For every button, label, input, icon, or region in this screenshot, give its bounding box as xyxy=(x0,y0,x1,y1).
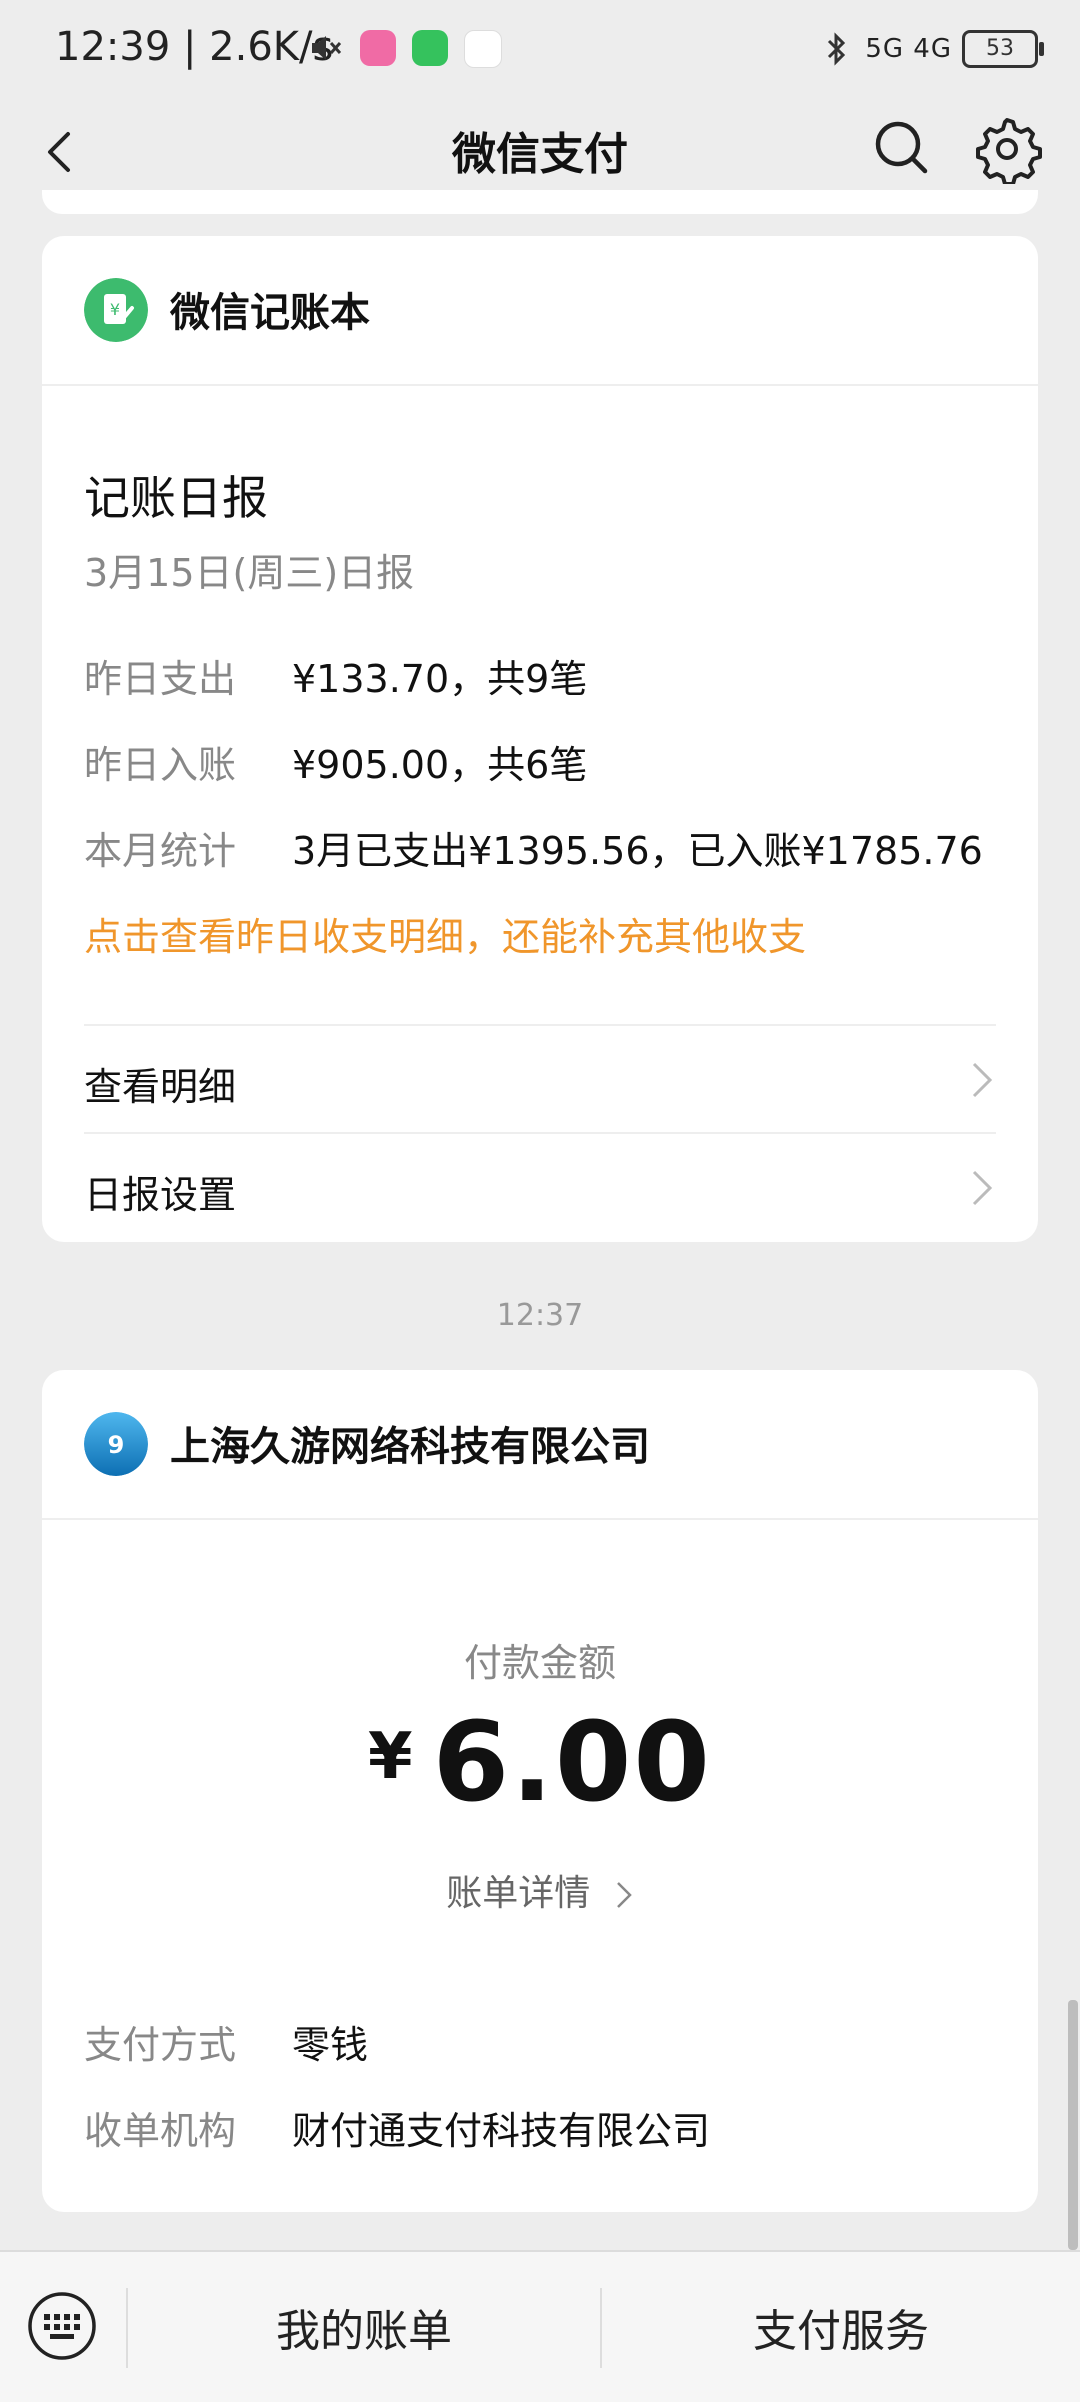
chevron-right-icon xyxy=(616,1882,632,1908)
payment-card[interactable]: 9 上海久游网络科技有限公司 付款金额 ¥6.00 账单详情 支付方式 零钱 收… xyxy=(42,1370,1038,2212)
row-value: 财付通支付科技有限公司 xyxy=(292,2109,711,2153)
row-label: 本月统计 xyxy=(84,829,237,873)
battery-icon: 53 xyxy=(962,30,1044,68)
bluetooth-icon xyxy=(828,32,846,66)
mute-icon xyxy=(312,36,342,60)
view-details-link[interactable]: 点击查看昨日收支明细，还能补充其他收支 xyxy=(84,906,806,961)
status-right: 5G 4G 53 xyxy=(819,30,1044,68)
status-bar: 12:39 | 2.6K/s 5G 4G 53 xyxy=(0,0,1080,100)
signal-icon: 5G 4G xyxy=(865,34,952,64)
menu-item-label: 查看明细 xyxy=(84,1065,237,1109)
amount-value: 6.00 xyxy=(432,1698,712,1826)
svg-text:9: 9 xyxy=(108,1431,125,1459)
bottom-bar: 我的账单 支付服务 xyxy=(0,2250,1080,2402)
bill-details-label: 账单详情 xyxy=(446,1873,591,1914)
merchant-name: 上海久游网络科技有限公司 xyxy=(170,1424,650,1470)
report-title: 记账日报 xyxy=(84,471,268,525)
gear-icon[interactable] xyxy=(972,114,1042,184)
row-value: 零钱 xyxy=(292,2023,369,2067)
amount-label: 付款金额 xyxy=(463,1641,616,1685)
payment-card-header: 9 上海久游网络科技有限公司 xyxy=(42,1370,1038,1520)
ledger-name: 微信记账本 xyxy=(170,290,370,336)
tab-my-bills[interactable]: 我的账单 xyxy=(128,2252,600,2402)
row-value: 3月已支出¥1395.56，已入账¥1785.76 xyxy=(292,829,983,873)
previous-card-edge xyxy=(42,190,1038,214)
view-details-item[interactable]: 查看明细 xyxy=(84,1024,996,1134)
row-label: 收单机构 xyxy=(84,2109,237,2153)
report-date: 3月15日(周三)日报 xyxy=(84,551,415,595)
menu-item-label: 日报设置 xyxy=(84,1173,237,1217)
bill-details-link[interactable]: 账单详情 xyxy=(42,1864,1038,1916)
chevron-right-icon xyxy=(972,1170,993,1206)
currency-symbol: ¥ xyxy=(368,1720,413,1794)
row-label: 昨日支出 xyxy=(84,657,237,701)
ledger-book-icon: ¥ xyxy=(84,278,148,342)
ledger-card-header: ¥ 微信记账本 xyxy=(42,236,1038,386)
svg-text:¥: ¥ xyxy=(110,300,120,319)
chevron-right-icon xyxy=(972,1062,993,1098)
scrollbar[interactable] xyxy=(1068,2000,1078,2250)
payment-amount: ¥6.00 xyxy=(42,1698,1038,1826)
row-value: ¥905.00，共6笔 xyxy=(292,743,588,787)
qq-app-icon xyxy=(464,30,502,68)
umbrella-app-icon xyxy=(412,30,448,66)
message-timestamp: 12:37 xyxy=(496,1298,584,1333)
row-label: 支付方式 xyxy=(84,2023,237,2067)
merchant-logo-icon: 9 xyxy=(84,1412,148,1476)
row-label: 昨日入账 xyxy=(84,743,237,787)
keyboard-icon[interactable] xyxy=(26,2290,98,2362)
app-notification-icon xyxy=(360,30,396,66)
notification-icons xyxy=(308,30,502,68)
ledger-card: ¥ 微信记账本 记账日报 3月15日(周三)日报 昨日支出 ¥133.70，共9… xyxy=(42,236,1038,1242)
search-icon[interactable] xyxy=(868,114,936,182)
tab-payment-services[interactable]: 支付服务 xyxy=(602,2252,1080,2402)
status-time: 12:39 | 2.6K/s xyxy=(55,24,334,70)
report-settings-item[interactable]: 日报设置 xyxy=(84,1132,996,1242)
row-value: ¥133.70，共9笔 xyxy=(292,657,588,701)
